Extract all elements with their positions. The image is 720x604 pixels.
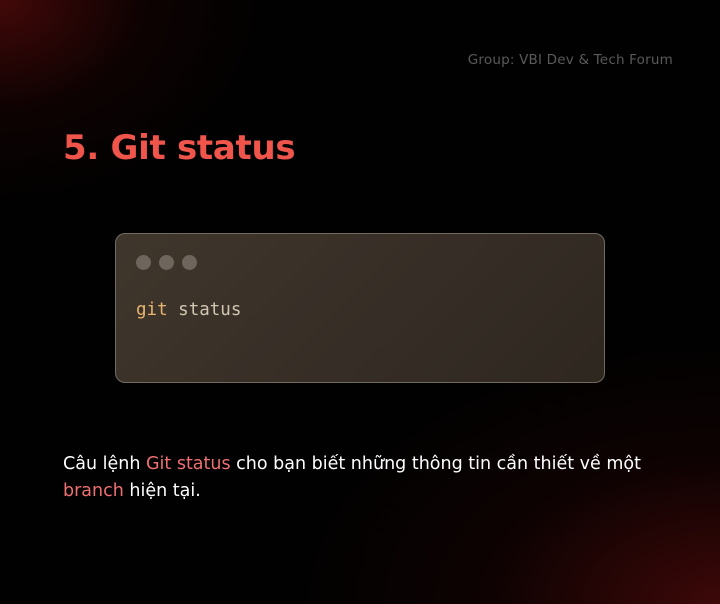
description-highlight: Git status: [145, 454, 231, 474]
window-dot-icon: [136, 255, 151, 270]
description-text: hiện tại.: [123, 481, 201, 501]
window-controls: [136, 255, 197, 270]
code-line: git status: [136, 300, 241, 320]
description-text: Câu lệnh: [63, 454, 146, 474]
description-highlight: branch: [63, 481, 124, 501]
slide-title: 5. Git status: [63, 128, 296, 168]
code-argument: status: [178, 300, 242, 320]
description-text: cho bạn biết những thông tin cần thiết v…: [230, 454, 641, 474]
description: Câu lệnh Git status cho bạn biết những t…: [63, 451, 673, 505]
code-command: git: [136, 300, 168, 320]
window-dot-icon: [182, 255, 197, 270]
group-label: Group: VBI Dev & Tech Forum: [467, 52, 673, 68]
slide: Group: VBI Dev & Tech Forum 5. Git statu…: [0, 0, 720, 604]
window-dot-icon: [159, 255, 174, 270]
code-window: git status: [115, 233, 605, 383]
